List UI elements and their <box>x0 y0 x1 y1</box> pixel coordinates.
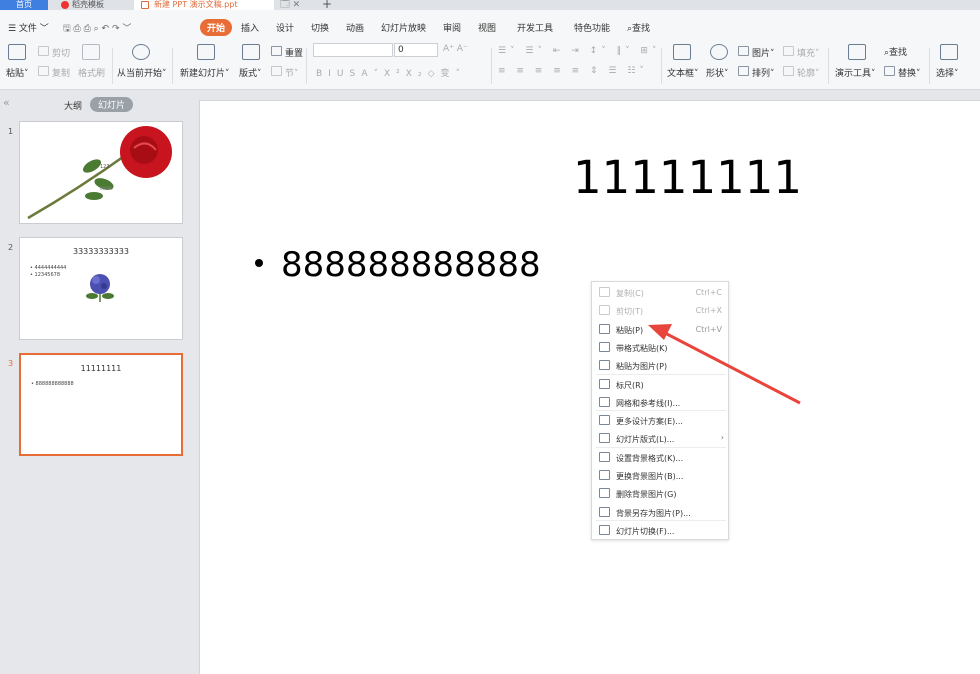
annotation-arrow <box>648 324 801 405</box>
